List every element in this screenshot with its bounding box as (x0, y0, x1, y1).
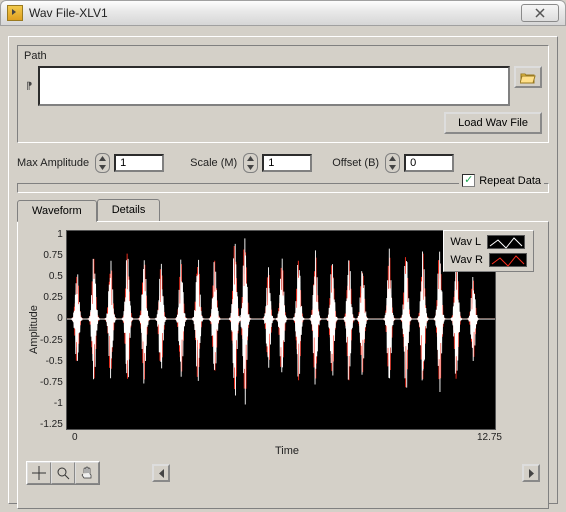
y-tick: -1 (40, 399, 63, 409)
max-amp-up[interactable] (96, 154, 109, 163)
waveform-plot[interactable] (66, 230, 496, 430)
x-tick: 12.75 (477, 432, 502, 443)
chart-legend: Wav L Wav R (443, 230, 534, 272)
scale-stepper[interactable] (243, 153, 258, 173)
chevron-down-icon (389, 165, 396, 170)
load-row: Load Wav File (24, 112, 542, 134)
tab-details[interactable]: Details (97, 199, 161, 221)
y-tick: -0.75 (40, 378, 63, 388)
chevron-up-icon (389, 156, 396, 161)
chevron-down-icon (247, 165, 254, 170)
chevron-left-icon (158, 469, 165, 478)
repeat-label: Repeat Data (479, 175, 541, 187)
control-row: Max Amplitude Scale (M) Offset (B) (17, 153, 549, 173)
scale-up[interactable] (244, 154, 257, 163)
legend-swatch-l (487, 235, 525, 249)
tab-waveform[interactable]: Waveform (17, 200, 97, 222)
y-tick: -0.5 (40, 357, 63, 367)
legend-swatch-r (489, 253, 527, 267)
pan-tool[interactable] (75, 462, 99, 484)
path-label: Path (24, 50, 542, 62)
offset-input[interactable] (404, 154, 454, 172)
crosshair-tool[interactable] (27, 462, 51, 484)
chevron-right-icon (528, 469, 535, 478)
offset-down[interactable] (386, 163, 399, 172)
tab-bar: Waveform Details (17, 199, 549, 221)
path-group: Path ⁋ Load Wav File (17, 45, 549, 143)
y-tick: -0.25 (40, 336, 63, 346)
repeat-legend: Repeat Data (459, 174, 544, 187)
x-tick: 0 (72, 432, 78, 443)
y-tick: 0.25 (40, 293, 63, 303)
legend-label-l: Wav L (450, 236, 481, 248)
folder-icon (520, 71, 536, 84)
repeat-checkbox[interactable] (462, 174, 475, 187)
tab-content-waveform: Wav L Wav R Amplitude 1 0.75 0. (17, 221, 549, 509)
scale-down[interactable] (244, 163, 257, 172)
chevron-down-icon (99, 165, 106, 170)
y-tick: 0 (40, 314, 63, 324)
chevron-up-icon (247, 156, 254, 161)
title-bar: Wav File-XLV1 (0, 0, 566, 26)
y-tick: 0.75 (40, 251, 63, 261)
chart-tool-group (26, 461, 100, 485)
window-title: Wav File-XLV1 (29, 6, 108, 20)
offset-label: Offset (B) (332, 157, 379, 169)
hand-icon (80, 466, 94, 480)
close-icon (535, 8, 545, 18)
y-tick: 0.5 (40, 272, 63, 282)
x-axis-ticks: 0 12.75 (72, 432, 502, 443)
legend-label-r: Wav R (450, 254, 483, 266)
offset-stepper[interactable] (385, 153, 400, 173)
path-input[interactable] (38, 66, 510, 106)
offset-up[interactable] (386, 154, 399, 163)
chevron-up-icon (99, 156, 106, 161)
legend-row-r[interactable]: Wav R (446, 251, 531, 269)
scale-label: Scale (M) (190, 157, 237, 169)
main-panel: Path ⁋ Load Wav File Max Amplitude (8, 36, 558, 504)
chart-toolbar (26, 461, 540, 485)
max-amp-stepper[interactable] (95, 153, 110, 173)
y-axis-ticks: 1 0.75 0.5 0.25 0 -0.25 -0.5 -0.75 -1 -1… (40, 230, 66, 430)
legend-row-l[interactable]: Wav L (446, 233, 531, 251)
scroll-left-button[interactable] (152, 464, 170, 482)
x-axis-label: Time (72, 445, 502, 457)
scroll-right-button[interactable] (522, 464, 540, 482)
load-wav-button[interactable]: Load Wav File (444, 112, 542, 134)
crosshair-icon (32, 466, 46, 480)
browse-button[interactable] (514, 66, 542, 88)
path-row: ⁋ (24, 66, 542, 106)
close-button[interactable] (521, 4, 559, 22)
max-amp-input[interactable] (114, 154, 164, 172)
window-body: Path ⁋ Load Wav File Max Amplitude (0, 26, 566, 512)
y-tick: -1.25 (40, 420, 63, 430)
scale-input[interactable] (262, 154, 312, 172)
repeat-fieldset: Repeat Data (17, 183, 549, 193)
y-tick: 1 (40, 230, 63, 240)
app-icon (7, 5, 23, 21)
max-amp-down[interactable] (96, 163, 109, 172)
max-amp-label: Max Amplitude (17, 157, 89, 169)
zoom-tool[interactable] (51, 462, 75, 484)
zoom-icon (56, 466, 70, 480)
path-handle-icon: ⁋ (24, 81, 34, 92)
y-axis-label: Amplitude (26, 230, 40, 430)
